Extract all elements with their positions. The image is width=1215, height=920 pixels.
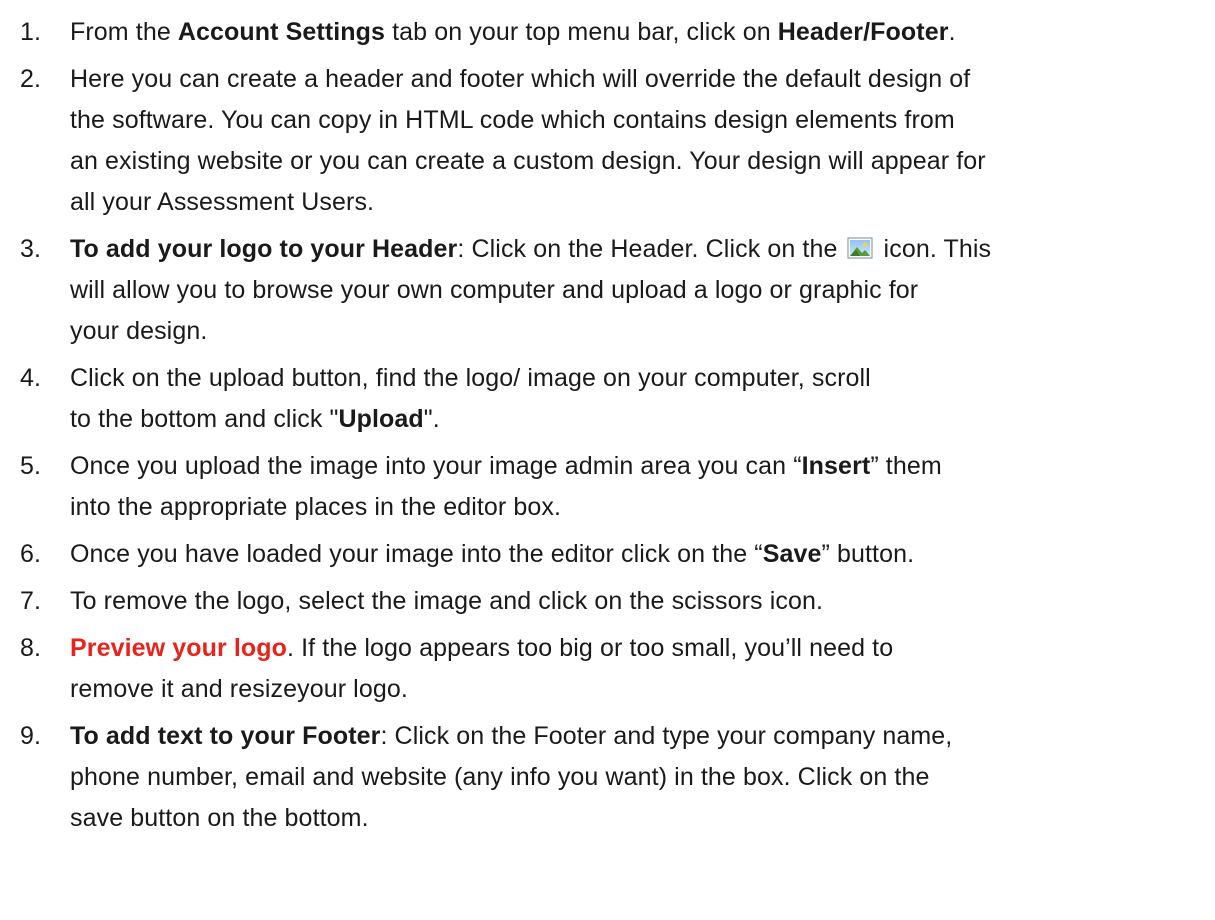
step-4-line-1: Click on the upload button, find the log… — [70, 364, 871, 392]
instructions-document: 1. From the Account Settings tab on your… — [0, 0, 1215, 920]
step-2-line-1: Here you can create a header and footer … — [70, 65, 971, 93]
step-number: 5. — [20, 452, 42, 480]
step-number: 8. — [20, 634, 42, 662]
header-footer-term: Header/Footer — [777, 18, 949, 46]
add-text-heading: To add text to your Footer — [70, 722, 381, 750]
step-6-line-1: Once you have loaded your image into the… — [70, 540, 915, 568]
step-number: 9. — [20, 722, 42, 750]
step-3-line-3: your design. — [70, 317, 208, 345]
save-term: Save — [762, 540, 822, 568]
step-4: 4. Click on the upload button, find the … — [20, 358, 1195, 440]
step-number: 6. — [20, 540, 42, 568]
step-5: 5. Once you upload the image into your i… — [20, 446, 1195, 528]
upload-term: Upload — [338, 405, 424, 433]
step-2-line-4: all your Assessment Users. — [70, 188, 375, 216]
step-2-line-3: an existing website or you can create a … — [70, 147, 986, 175]
step-5-line-2: into the appropriate places in the edito… — [70, 493, 562, 521]
step-7: 7. To remove the logo, select the image … — [20, 581, 1195, 622]
step-3: 3. To add your logo to your Header: Clic… — [20, 229, 1195, 352]
step-8-line-1: Preview your logo. If the logo appears t… — [70, 634, 894, 662]
insert-term: Insert — [801, 452, 871, 480]
step-6: 6. Once you have loaded your image into … — [20, 534, 1195, 575]
step-9-line-1: To add text to your Footer: Click on the… — [70, 722, 953, 750]
step-9: 9. To add text to your Footer: Click on … — [20, 716, 1195, 839]
step-7-line-1: To remove the logo, select the image and… — [70, 587, 824, 615]
step-number: 2. — [20, 65, 42, 93]
image-insert-icon — [847, 231, 873, 259]
step-3-line-2: will allow you to browse your own comput… — [70, 276, 919, 304]
step-number: 1. — [20, 18, 42, 46]
preview-logo-link[interactable]: Preview your logo — [70, 634, 287, 662]
step-number: 3. — [20, 235, 42, 263]
step-1-line-1: From the Account Settings tab on your to… — [70, 18, 956, 46]
step-2-line-2: the software. You can copy in HTML code … — [70, 106, 955, 134]
step-2: 2. Here you can create a header and foot… — [20, 59, 1195, 223]
step-3-line-1: To add your logo to your Header: Click o… — [70, 229, 1195, 270]
step-number: 4. — [20, 364, 42, 392]
step-9-line-3: save button on the bottom. — [70, 804, 369, 832]
account-settings-term: Account Settings — [177, 18, 386, 46]
step-4-line-2: to the bottom and click "Upload". — [70, 405, 440, 433]
steps-list: 1. From the Account Settings tab on your… — [20, 12, 1195, 839]
step-9-line-2: phone number, email and website (any inf… — [70, 763, 930, 791]
step-8: 8. Preview your logo. If the logo appear… — [20, 628, 1195, 710]
step-8-line-2: remove it and resizeyour logo. — [70, 675, 408, 703]
step-5-line-1: Once you upload the image into your imag… — [70, 452, 942, 480]
add-logo-heading: To add your logo to your Header — [70, 235, 458, 263]
step-number: 7. — [20, 587, 42, 615]
step-1: 1. From the Account Settings tab on your… — [20, 12, 1195, 53]
